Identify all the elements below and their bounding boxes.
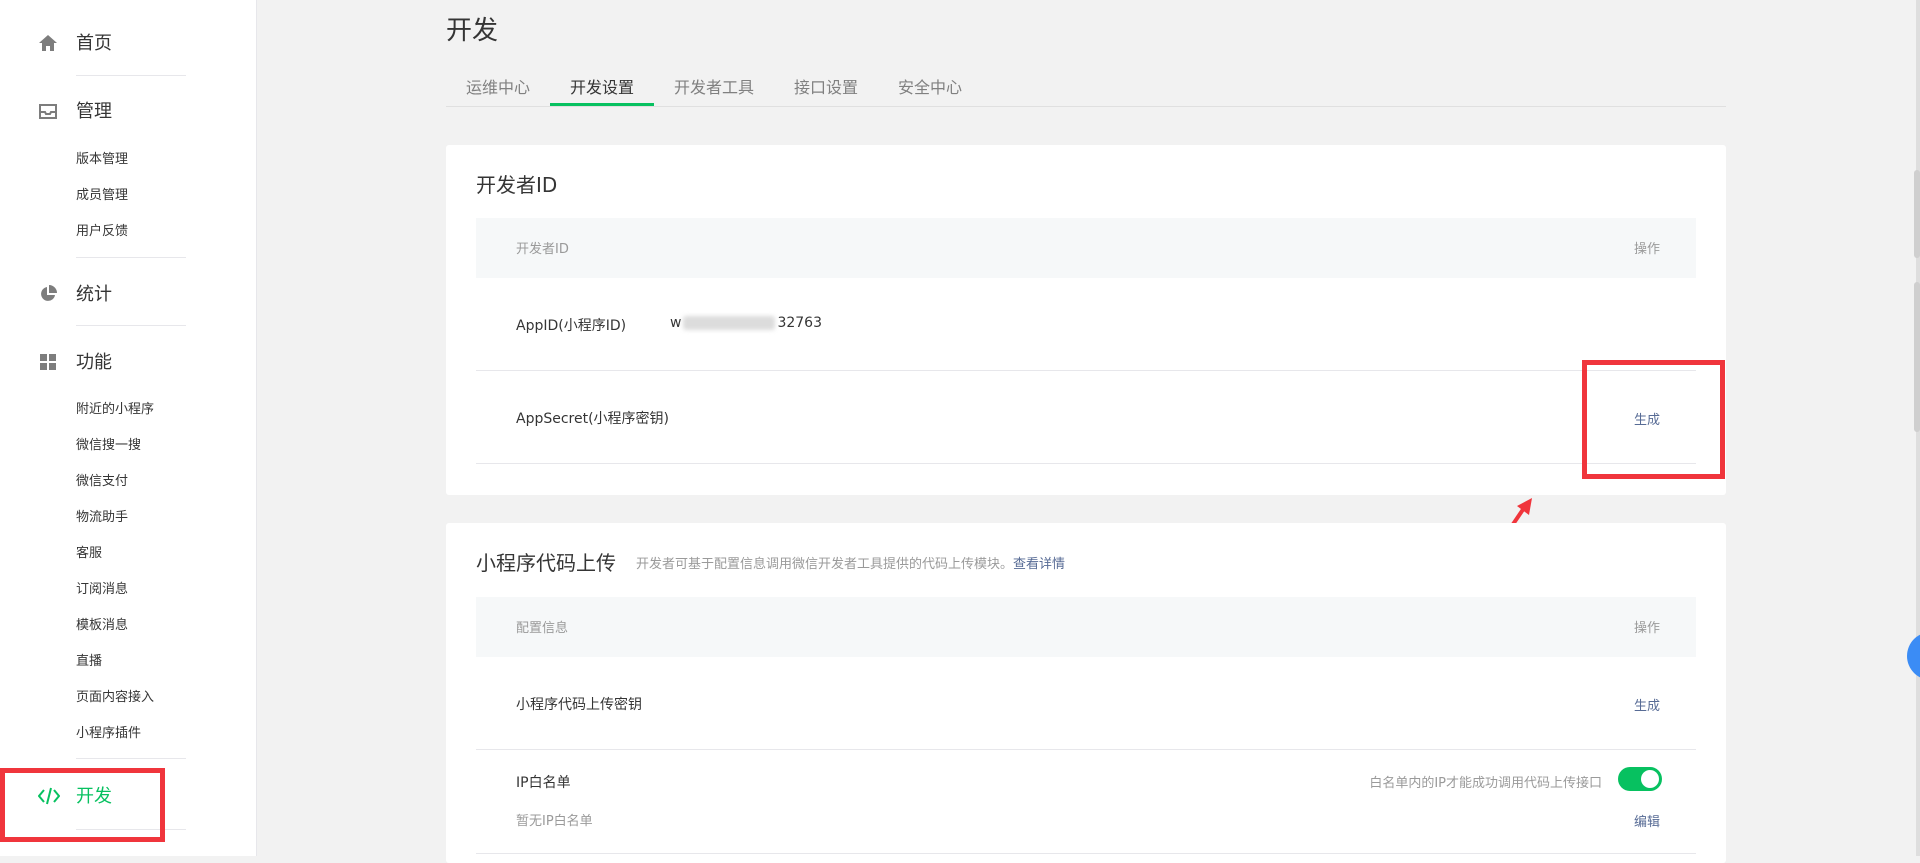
sidebar-item-subscribe[interactable]: 订阅消息 (76, 581, 128, 599)
generate-secret-button[interactable]: 生成 (1634, 409, 1660, 428)
tab-api-settings[interactable]: 接口设置 (794, 74, 858, 98)
view-details-link[interactable]: 查看详情 (1013, 557, 1065, 572)
nav-manage[interactable]: 管理 (0, 90, 256, 130)
nav-develop-label: 开发 (76, 786, 112, 807)
card-title: 开发者ID (476, 173, 558, 197)
ip-whitelist-label: IP白名单 (516, 775, 571, 791)
divider (76, 829, 186, 830)
divider (76, 75, 186, 76)
sidebar-item-members[interactable]: 成员管理 (76, 187, 128, 205)
tab-bar: 运维中心 开发设置 开发者工具 接口设置 安全中心 (446, 66, 1726, 107)
nav-features[interactable]: 功能 (0, 341, 256, 381)
tab-dev-tools[interactable]: 开发者工具 (674, 74, 754, 98)
header-action: 操作 (1633, 242, 1660, 257)
nav-stats[interactable]: 统计 (0, 273, 256, 313)
table-row: AppID(小程序ID) w 32763 (476, 278, 1696, 371)
appid-label: AppID(小程序ID) (516, 318, 627, 334)
sidebar-item-logistics[interactable]: 物流助手 (76, 509, 128, 527)
table-row: 小程序代码上传密钥 生成 (476, 657, 1696, 750)
sidebar-item-live[interactable]: 直播 (76, 653, 102, 671)
table-header: 开发者ID 操作 (476, 218, 1696, 278)
tab-dev-settings[interactable]: 开发设置 (570, 74, 634, 98)
table-header: 配置信息 操作 (476, 597, 1696, 657)
nav-home-label: 首页 (76, 33, 112, 54)
home-icon (38, 33, 58, 53)
redacted-blur (683, 316, 776, 330)
pie-chart-icon (38, 284, 58, 304)
grid-icon (38, 352, 58, 372)
card-title: 小程序代码上传 (476, 551, 616, 575)
side-tab[interactable] (1914, 282, 1920, 432)
sidebar-item-nearby[interactable]: 附近的小程序 (76, 401, 154, 419)
header-label: 配置信息 (516, 621, 569, 636)
inbox-icon (38, 101, 58, 121)
code-upload-card: 小程序代码上传 开发者可基于配置信息调用微信开发者工具提供的代码上传模块。查看详… (446, 523, 1726, 863)
card-description: 开发者可基于配置信息调用微信开发者工具提供的代码上传模块。查看详情 (636, 557, 1066, 572)
appsecret-label: AppSecret(小程序密钥) (516, 411, 670, 427)
active-tab-indicator (550, 103, 654, 106)
header-label: 开发者ID (516, 242, 569, 257)
divider (76, 257, 186, 258)
nav-home[interactable]: 首页 (0, 22, 256, 62)
table-row: AppSecret(小程序密钥) 生成 (476, 371, 1696, 464)
toggle-knob (1641, 770, 1659, 788)
divider (76, 758, 186, 759)
nav-develop[interactable]: 开发 (0, 775, 256, 815)
upload-key-label: 小程序代码上传密钥 (516, 697, 642, 713)
ip-whitelist-toggle[interactable] (1618, 767, 1662, 791)
sidebar-item-feedback[interactable]: 用户反馈 (76, 223, 128, 241)
sidebar-item-plugin[interactable]: 小程序插件 (76, 725, 141, 743)
header-action: 操作 (1633, 621, 1660, 636)
appid-value: w 32763 (670, 315, 822, 331)
nav-features-label: 功能 (76, 352, 112, 373)
code-icon (37, 786, 61, 806)
sidebar-item-template[interactable]: 模板消息 (76, 617, 128, 635)
sidebar-item-search[interactable]: 微信搜一搜 (76, 437, 141, 455)
sidebar-item-service[interactable]: 客服 (76, 545, 102, 563)
sidebar-item-version[interactable]: 版本管理 (76, 151, 128, 169)
floating-help-button[interactable] (1907, 632, 1920, 680)
page-title: 开发 (446, 16, 499, 46)
generate-upload-key-button[interactable]: 生成 (1634, 695, 1660, 714)
ip-whitelist-hint: 白名单内的IP才能成功调用代码上传接口 (1369, 776, 1602, 791)
sidebar-item-pay[interactable]: 微信支付 (76, 473, 128, 491)
developer-id-card: 开发者ID 开发者ID 操作 AppID(小程序ID) w 32763 AppSe… (446, 145, 1726, 495)
edit-ip-whitelist-button[interactable]: 编辑 (1634, 811, 1660, 830)
table-row: IP白名单 暂无IP白名单 白名单内的IP才能成功调用代码上传接口 编辑 (476, 750, 1696, 854)
divider (76, 325, 186, 326)
tab-ops[interactable]: 运维中心 (466, 74, 530, 98)
nav-manage-label: 管理 (76, 101, 112, 122)
side-tab[interactable] (1914, 170, 1920, 258)
sidebar-item-content[interactable]: 页面内容接入 (76, 689, 154, 707)
nav-stats-label: 统计 (76, 284, 112, 305)
ip-whitelist-empty: 暂无IP白名单 (516, 814, 593, 829)
tab-security[interactable]: 安全中心 (898, 74, 962, 98)
sidebar: 首页 管理 版本管理 成员管理 用户反馈 统计 功能 附近的小程序 微信搜一搜 … (0, 0, 257, 856)
